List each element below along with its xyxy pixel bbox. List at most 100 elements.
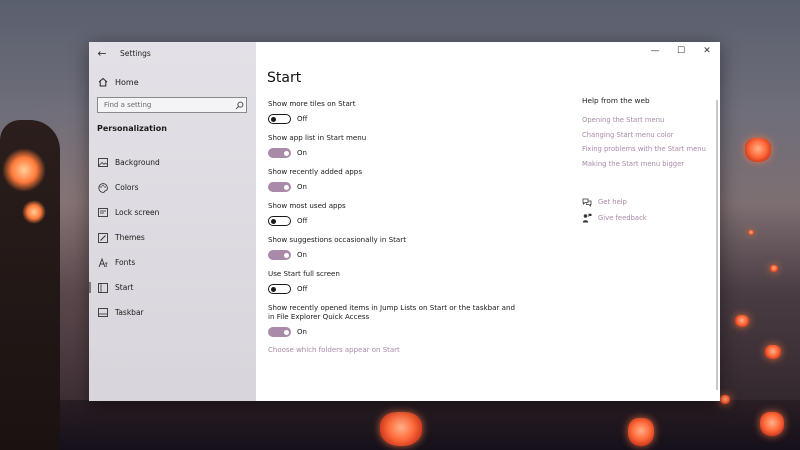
sidebar-item-home[interactable]: Home	[97, 74, 139, 90]
toggle-row: Off	[268, 114, 518, 124]
help-link-start-color[interactable]: Changing Start menu color	[582, 128, 717, 143]
setting-label: Show recently opened items in Jump Lists…	[268, 303, 515, 321]
setting-jump-lists: Show recently opened items in Jump Lists…	[268, 303, 518, 337]
help-link-start-bigger[interactable]: Making the Start menu bigger	[582, 157, 717, 172]
setting-label: Show more tiles on Start	[268, 99, 356, 108]
sidebar-item-label: Start	[115, 283, 134, 292]
toggle-row: Off	[268, 284, 518, 294]
sidebar-item-label: Background	[115, 158, 160, 167]
help-title: Help from the web	[582, 96, 650, 105]
sky-lantern-decor	[628, 418, 654, 446]
toggle-row: Off	[268, 216, 518, 226]
help-actions: Get help Give feedback	[582, 194, 717, 226]
home-label: Home	[115, 77, 139, 87]
toggle-knob	[283, 150, 289, 156]
toggle-switch[interactable]	[268, 284, 291, 294]
close-button[interactable]: ✕	[694, 42, 720, 60]
toggle-switch[interactable]	[268, 250, 291, 260]
setting-label: Show recently added apps	[268, 167, 363, 176]
setting-app-list: Show app list in Start menu On	[268, 133, 518, 158]
chat-bubble-icon	[582, 197, 592, 207]
palette-icon	[98, 182, 108, 193]
sidebar-item-taskbar[interactable]: Taskbar	[89, 300, 256, 325]
back-arrow-icon[interactable]: ←	[91, 47, 113, 60]
toggle-switch[interactable]	[268, 182, 291, 192]
setting-label: Show suggestions occasionally in Start	[268, 235, 406, 244]
search-input[interactable]	[98, 98, 232, 112]
settings-list: Show more tiles on Start Off Show app li…	[268, 99, 518, 354]
toggle-switch[interactable]	[268, 216, 291, 226]
toggle-switch[interactable]	[268, 148, 291, 158]
get-help-label: Get help	[598, 198, 627, 206]
feedback-person-icon	[582, 213, 592, 223]
settings-window: ← Settings Home Personalization Backgrou…	[89, 42, 720, 401]
help-link-opening-start[interactable]: Opening the Start menu	[582, 113, 717, 128]
sidebar-item-label: Taskbar	[115, 308, 144, 317]
sidebar-item-label: Lock screen	[115, 208, 160, 217]
home-icon	[97, 76, 109, 88]
toggle-state: Off	[297, 285, 308, 293]
page-title: Start	[267, 70, 302, 86]
setting-full-screen: Use Start full screen Off	[268, 269, 518, 294]
start-icon	[98, 282, 108, 293]
sidebar-item-start[interactable]: Start	[89, 275, 256, 300]
toggle-state: On	[297, 251, 307, 259]
brush-icon	[98, 232, 108, 243]
sidebar-item-label: Colors	[115, 183, 139, 192]
help-link-fixing-problems[interactable]: Fixing problems with the Start menu	[582, 142, 717, 157]
toggle-state: On	[297, 328, 307, 336]
toggle-knob	[283, 184, 289, 190]
give-feedback-label: Give feedback	[598, 214, 647, 222]
scrollbar[interactable]	[716, 100, 718, 390]
setting-suggestions: Show suggestions occasionally in Start O…	[268, 235, 518, 260]
sidebar-item-themes[interactable]: Themes	[89, 225, 256, 250]
sidebar-item-label: Fonts	[115, 258, 136, 267]
sky-lantern-decor	[770, 265, 778, 272]
sidebar-item-label: Themes	[115, 233, 145, 242]
setting-recently-added: Show recently added apps On	[268, 167, 518, 192]
toggle-row: On	[268, 148, 518, 158]
image-icon	[98, 158, 108, 168]
lamp-glow-decor	[22, 200, 46, 224]
setting-more-tiles: Show more tiles on Start Off	[268, 99, 518, 124]
give-feedback-link[interactable]: Give feedback	[582, 210, 717, 226]
toggle-row: On	[268, 182, 518, 192]
lamp-glow-decor	[2, 148, 46, 192]
sky-lantern-decor	[735, 315, 749, 327]
search-box	[97, 97, 247, 113]
toggle-switch[interactable]	[268, 114, 291, 124]
sidebar-item-background[interactable]: Background	[89, 150, 256, 175]
sky-lantern-decor	[745, 138, 771, 162]
setting-label: Show app list in Start menu	[268, 133, 367, 142]
toggle-knob	[283, 252, 289, 258]
sky-lantern-decor	[760, 412, 784, 436]
search-icon[interactable]	[232, 98, 246, 112]
section-title: Personalization	[97, 124, 167, 133]
get-help-link[interactable]: Get help	[582, 194, 717, 210]
titlebar-left: ← Settings	[89, 42, 256, 64]
sidebar-item-colors[interactable]: Colors	[89, 175, 256, 200]
sky-lantern-decor	[720, 395, 730, 404]
setting-most-used: Show most used apps Off	[268, 201, 518, 226]
lock-screen-icon	[98, 208, 108, 218]
toggle-row: On	[268, 327, 518, 337]
toggle-state: On	[297, 183, 307, 191]
taskbar-icon	[98, 308, 108, 318]
toggle-switch[interactable]	[268, 327, 291, 337]
app-title: Settings	[120, 48, 151, 58]
minimize-button[interactable]: —	[642, 42, 668, 60]
toggle-knob	[283, 329, 289, 335]
sidebar: ← Settings Home Personalization Backgrou…	[89, 42, 256, 401]
sidebar-item-lock-screen[interactable]: Lock screen	[89, 200, 256, 225]
setting-label: Use Start full screen	[268, 269, 340, 278]
sidebar-item-fonts[interactable]: Fonts	[89, 250, 256, 275]
toggle-row: On	[268, 250, 518, 260]
toggle-state: Off	[297, 217, 308, 225]
maximize-button[interactable]: ☐	[668, 42, 694, 60]
sidebar-nav: Background Colors Lock screen Themes Fon…	[89, 150, 256, 325]
toggle-state: On	[297, 149, 307, 157]
toggle-knob	[271, 218, 276, 224]
choose-folders-link[interactable]: Choose which folders appear on Start	[268, 346, 518, 354]
toggle-knob	[271, 116, 276, 122]
sky-lantern-decor	[380, 412, 422, 446]
